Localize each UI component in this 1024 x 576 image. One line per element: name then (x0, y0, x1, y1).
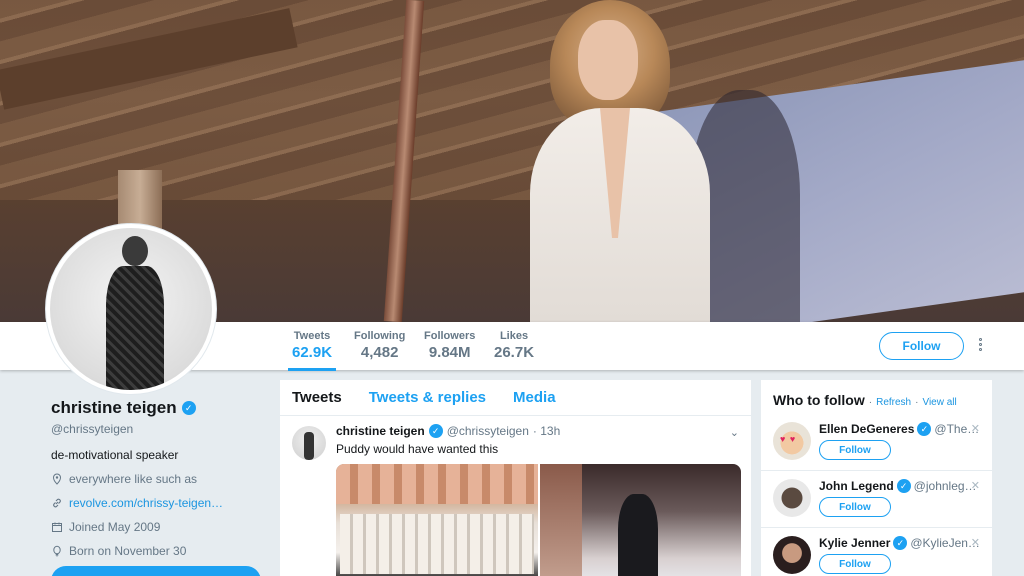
stat-label: Tweets (293, 330, 331, 342)
avatar[interactable] (773, 536, 811, 574)
stat-value: 9.84M (428, 344, 471, 361)
suggestion-name-row: John Legend ✓ @johnleg… (819, 471, 980, 493)
stat-label: Following (354, 330, 406, 342)
chevron-down-icon[interactable]: ⌄ (730, 426, 739, 439)
profile-joined: Joined May 2009 (51, 520, 266, 534)
suggestion-name[interactable]: Ellen DeGeneres (819, 422, 914, 436)
separator: · (915, 397, 919, 408)
stat-label: Likes (499, 330, 529, 342)
stat-following[interactable]: Following 4,482 (354, 330, 405, 361)
tweet[interactable]: christine teigen ✓ @chrissyteigen · 13h … (280, 416, 751, 576)
avatar-figure-body (106, 266, 164, 390)
verified-badge-icon: ✓ (917, 422, 932, 436)
profile-handle[interactable]: @chrissyteigen (51, 422, 266, 436)
dismiss-icon[interactable]: ✕ (971, 536, 980, 549)
suggestion-name-row: Kylie Jenner ✓ @KylieJen… (819, 528, 980, 550)
dismiss-icon[interactable]: ✕ (971, 479, 980, 492)
stat-value: 4,482 (360, 344, 399, 361)
follow-button[interactable]: Follow (879, 332, 964, 360)
tweet-avatar[interactable] (292, 426, 326, 460)
tweet-to-button[interactable] (51, 566, 261, 576)
suggestion-list: Ellen DeGeneres ✓ @The… ✕ Follow John Le… (761, 414, 992, 576)
banner-person (520, 0, 720, 322)
who-to-follow: Who to follow · Refresh · View all Ellen… (761, 380, 992, 576)
tab-tweets-replies[interactable]: Tweets & replies (369, 389, 486, 406)
tweet-timestamp[interactable]: · 13h (533, 424, 560, 438)
dismiss-icon[interactable]: ✕ (971, 422, 980, 435)
suggestion-follow-button[interactable]: Follow (819, 497, 891, 517)
avatar[interactable] (773, 479, 811, 517)
location-text: everywhere like such as (69, 472, 198, 486)
timeline-tabs: Tweets Tweets & replies Media (280, 380, 751, 416)
profile-name[interactable]: christine teigen (51, 398, 177, 418)
profile-card: christine teigen ✓ @chrissyteigen de-mot… (51, 398, 266, 558)
suggestion-item: Ellen DeGeneres ✓ @The… ✕ Follow (761, 414, 992, 471)
joined-text: Joined May 2009 (69, 520, 161, 534)
verified-badge-icon: ✓ (896, 479, 911, 493)
profile-website: revolve.com/chrissy-teigen… (51, 496, 266, 510)
avatar[interactable] (773, 422, 811, 460)
tweet-author-name[interactable]: christine teigen (336, 424, 425, 438)
suggestion-follow-button[interactable]: Follow (819, 440, 891, 460)
verified-badge-icon: ✓ (893, 536, 908, 550)
profile-avatar[interactable] (46, 224, 216, 394)
suggestion-handle[interactable]: @KylieJen… (910, 536, 980, 550)
link-icon (51, 497, 63, 509)
stat-value: 26.7K (494, 344, 535, 361)
profile-birthday: Born on November 30 (51, 544, 266, 558)
tab-media[interactable]: Media (513, 389, 556, 406)
tweet-media[interactable] (336, 464, 741, 576)
suggestion-item: Kylie Jenner ✓ @KylieJen… ✕ Follow (761, 528, 992, 576)
timeline: Tweets Tweets & replies Media christine … (280, 380, 751, 576)
website-link[interactable]: revolve.com/chrissy-teigen… (69, 496, 223, 510)
banner-person-face (578, 20, 638, 100)
stat-value: 62.9K (292, 344, 333, 361)
tab-tweets[interactable]: Tweets (292, 389, 342, 406)
tweet-photo-1[interactable] (336, 464, 538, 576)
birthday-text: Born on November 30 (69, 544, 187, 558)
tweet-header: christine teigen ✓ @chrissyteigen · 13h (336, 424, 739, 438)
tweet-author-handle[interactable]: @chrissyteigen (447, 424, 529, 438)
suggestion-name[interactable]: Kylie Jenner (819, 536, 890, 550)
tweet-photo-2[interactable] (540, 464, 741, 576)
tweet-text: Puddy would have wanted this (336, 442, 499, 456)
profile-location: everywhere like such as (51, 472, 266, 486)
avatar-figure-head (122, 236, 148, 266)
avatar-photo (50, 228, 212, 390)
stat-label: Followers (424, 330, 476, 342)
stat-followers[interactable]: Followers 9.84M (424, 330, 475, 361)
suggestion-follow-button[interactable]: Follow (819, 554, 891, 574)
refresh-link[interactable]: Refresh (876, 397, 911, 408)
profile-name-row: christine teigen ✓ (51, 398, 266, 418)
verified-badge-icon: ✓ (428, 424, 443, 438)
separator: · (868, 397, 873, 408)
who-to-follow-header: Who to follow · Refresh · View all (773, 392, 980, 408)
stat-likes[interactable]: Likes 26.7K (494, 330, 534, 361)
calendar-icon (51, 521, 63, 533)
suggestion-name[interactable]: John Legend (819, 479, 894, 493)
who-to-follow-title: Who to follow (773, 392, 865, 408)
view-all-link[interactable]: View all (922, 397, 956, 408)
more-options-icon[interactable] (976, 338, 984, 354)
verified-badge-icon: ✓ (181, 401, 196, 415)
location-pin-icon (51, 473, 63, 485)
stat-tweets[interactable]: Tweets 62.9K (287, 330, 337, 371)
balloon-icon (51, 545, 63, 557)
suggestion-handle[interactable]: @johnleg… (914, 479, 977, 493)
suggestion-name-row: Ellen DeGeneres ✓ @The… (819, 414, 980, 436)
suggestion-item: John Legend ✓ @johnleg… ✕ Follow (761, 471, 992, 528)
profile-bio: de-motivational speaker (51, 448, 179, 462)
